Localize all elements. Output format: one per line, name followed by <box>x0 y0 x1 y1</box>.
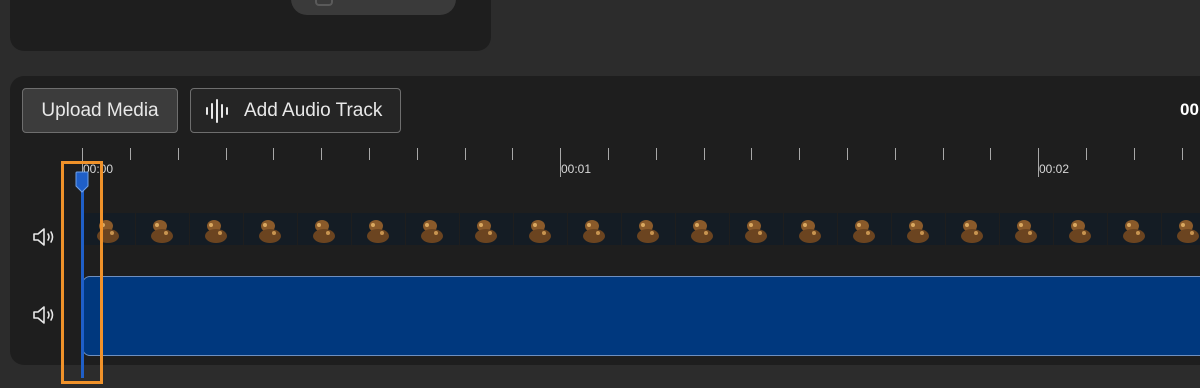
video-track-mute-toggle[interactable] <box>32 226 58 248</box>
audio-clip[interactable] <box>82 276 1200 356</box>
video-thumbnail <box>892 213 945 245</box>
ruler-label: 00:01 <box>561 162 592 176</box>
video-thumbnail <box>406 213 459 245</box>
highlight-annotation <box>61 161 103 384</box>
video-thumbnail <box>1000 213 1053 245</box>
ruler-tick <box>1086 148 1087 160</box>
video-thumbnail <box>244 213 297 245</box>
video-thumbnail <box>784 213 837 245</box>
control-icon <box>315 0 333 6</box>
video-thumbnail <box>460 213 513 245</box>
top-panel <box>10 0 491 51</box>
add-audio-track-button[interactable]: Add Audio Track <box>190 88 401 133</box>
video-thumbnail <box>946 213 999 245</box>
ruler-tick <box>1134 148 1135 160</box>
current-time-display: 00: <box>1180 100 1200 119</box>
video-track[interactable] <box>82 213 1200 245</box>
timeline-panel: Upload Media Add Audio Track 00: <box>10 76 1200 365</box>
video-thumbnail <box>622 213 675 245</box>
video-thumbnail <box>136 213 189 245</box>
upload-media-button[interactable]: Upload Media <box>22 88 178 133</box>
waveform-icon <box>205 98 229 124</box>
ruler-tick <box>417 148 418 160</box>
audio-track-mute-toggle[interactable] <box>32 304 58 326</box>
ruler-tick <box>512 148 513 160</box>
ruler-tick <box>704 148 705 160</box>
ruler-tick <box>226 148 227 160</box>
video-thumbnail <box>1054 213 1107 245</box>
ruler-tick <box>1182 148 1183 160</box>
video-thumbnail <box>730 213 783 245</box>
ruler-tick <box>943 148 944 160</box>
video-thumbnail <box>298 213 351 245</box>
top-control-button[interactable] <box>291 0 456 15</box>
video-thumbnail <box>838 213 891 245</box>
ruler-tick <box>178 148 179 160</box>
video-thumbnail <box>1162 213 1200 245</box>
ruler-tick <box>895 148 896 160</box>
ruler-tick <box>130 148 131 160</box>
upload-media-label: Upload Media <box>41 99 159 121</box>
video-thumbnail <box>514 213 567 245</box>
ruler-tick <box>656 148 657 160</box>
timeline-ruler[interactable]: 00:00 00:01 00:02 <box>10 148 1200 178</box>
speaker-icon <box>33 306 54 324</box>
speaker-icon <box>33 228 54 246</box>
ruler-label: 00:02 <box>1039 162 1070 176</box>
ruler-tick <box>465 148 466 160</box>
video-thumbnail <box>1108 213 1161 245</box>
ruler-tick <box>847 148 848 160</box>
ruler-tick <box>751 148 752 160</box>
add-audio-track-label: Add Audio Track <box>244 99 383 121</box>
video-thumbnail <box>352 213 405 245</box>
video-thumbnail <box>676 213 729 245</box>
ruler-tick <box>608 148 609 160</box>
ruler-tick <box>990 148 991 160</box>
video-thumbnail <box>568 213 621 245</box>
ruler-tick <box>273 148 274 160</box>
ruler-tick <box>799 148 800 160</box>
video-thumbnail <box>190 213 243 245</box>
ruler-tick <box>369 148 370 160</box>
ruler-tick <box>321 148 322 160</box>
